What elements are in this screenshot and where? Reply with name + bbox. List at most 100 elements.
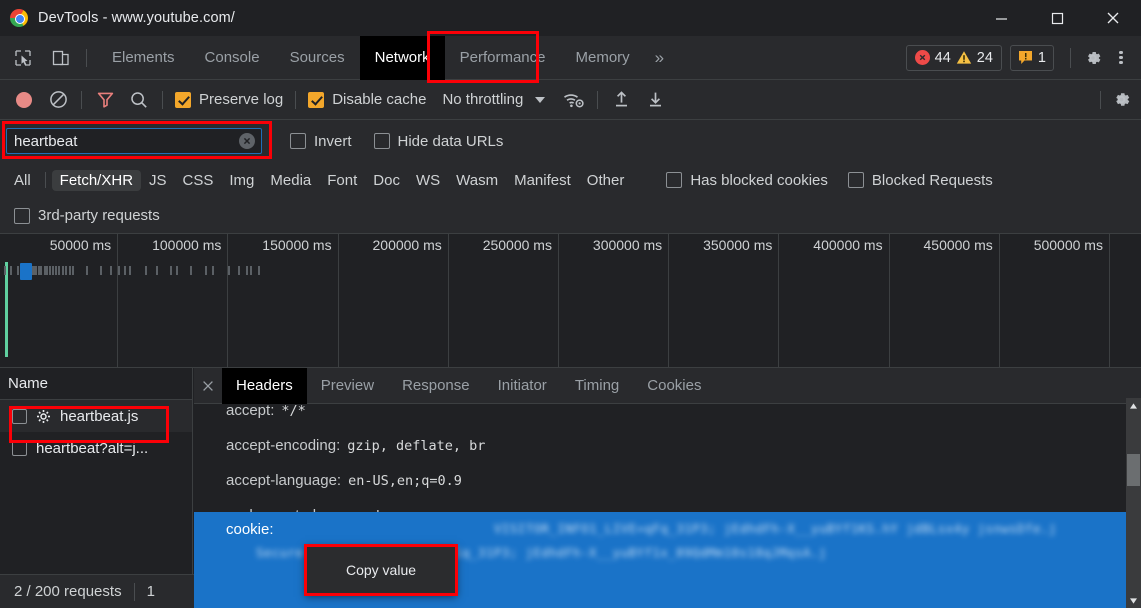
blocked-requests-checkbox[interactable]: Blocked Requests bbox=[842, 172, 999, 189]
minimize-button[interactable] bbox=[973, 0, 1029, 36]
preserve-log-checkbox[interactable]: Preserve log bbox=[169, 91, 289, 108]
scroll-down-arrow-icon[interactable] bbox=[1126, 593, 1141, 608]
request-tick[interactable] bbox=[69, 266, 71, 275]
tab-elements[interactable]: Elements bbox=[97, 36, 190, 80]
request-tick[interactable] bbox=[156, 266, 158, 275]
upload-arrow-icon[interactable] bbox=[604, 83, 638, 117]
filter-input[interactable] bbox=[7, 129, 217, 153]
type-filter-fetch-xhr[interactable]: Fetch/XHR bbox=[51, 169, 142, 191]
record-button-icon[interactable] bbox=[7, 83, 41, 117]
type-filter-doc[interactable]: Doc bbox=[365, 170, 408, 191]
type-filter-other[interactable]: Other bbox=[579, 170, 633, 191]
kebab-menu-icon[interactable] bbox=[1107, 43, 1135, 73]
issues-counter[interactable]: 1 bbox=[1009, 44, 1054, 71]
clear-requests-icon[interactable] bbox=[41, 83, 75, 117]
request-tick[interactable] bbox=[46, 266, 48, 275]
request-tick[interactable] bbox=[52, 266, 54, 275]
tab-sources[interactable]: Sources bbox=[275, 36, 360, 80]
header-row-accept[interactable]: accept: */* bbox=[194, 404, 1141, 428]
request-tick[interactable] bbox=[228, 266, 230, 275]
maximize-button[interactable] bbox=[1029, 0, 1085, 36]
filter-funnel-icon[interactable] bbox=[88, 83, 122, 117]
tab-network[interactable]: Network bbox=[359, 35, 445, 80]
request-row-heartbeat-alt[interactable]: heartbeat?alt=j... bbox=[0, 432, 192, 464]
type-filter-all[interactable]: All bbox=[6, 170, 39, 191]
more-tabs-button[interactable]: » bbox=[645, 36, 674, 80]
request-tick[interactable] bbox=[258, 266, 260, 275]
request-tick[interactable] bbox=[49, 266, 51, 275]
close-x-icon[interactable] bbox=[194, 368, 222, 404]
gear-icon[interactable] bbox=[1079, 43, 1107, 73]
selected-request-bar[interactable] bbox=[20, 263, 32, 280]
request-tick[interactable] bbox=[205, 266, 207, 275]
device-toolbar-icon[interactable] bbox=[46, 43, 76, 73]
request-tick[interactable] bbox=[58, 266, 60, 275]
tab-performance[interactable]: Performance bbox=[445, 36, 561, 80]
request-tick[interactable] bbox=[176, 266, 178, 275]
request-tick[interactable] bbox=[65, 266, 67, 275]
invert-checkbox[interactable]: Invert bbox=[284, 133, 358, 150]
error-warning-counter[interactable]: 44 24 bbox=[905, 44, 1002, 71]
request-tick[interactable] bbox=[250, 266, 252, 275]
request-tick[interactable] bbox=[118, 266, 120, 275]
request-tick[interactable] bbox=[86, 266, 88, 275]
request-row-heartbeat-js[interactable]: heartbeat.js bbox=[0, 400, 192, 432]
request-row-checkbox[interactable] bbox=[12, 408, 27, 424]
tab-console[interactable]: Console bbox=[190, 36, 275, 80]
type-filter-font[interactable]: Font bbox=[319, 170, 365, 191]
type-filter-media[interactable]: Media bbox=[262, 170, 319, 191]
request-tick[interactable] bbox=[110, 266, 112, 275]
has-blocked-cookies-checkbox[interactable]: Has blocked cookies bbox=[660, 172, 834, 189]
request-tick[interactable] bbox=[129, 266, 131, 275]
close-button[interactable] bbox=[1085, 0, 1141, 36]
type-filter-img[interactable]: Img bbox=[221, 170, 262, 191]
clear-x-icon[interactable] bbox=[239, 133, 255, 149]
request-bars-area[interactable] bbox=[0, 262, 1141, 368]
download-arrow-icon[interactable] bbox=[638, 83, 672, 117]
request-tick[interactable] bbox=[17, 266, 19, 275]
hide-data-urls-checkbox[interactable]: Hide data URLs bbox=[368, 133, 510, 150]
type-filter-ws[interactable]: WS bbox=[408, 170, 448, 191]
request-tick[interactable] bbox=[170, 266, 172, 275]
request-tick[interactable] bbox=[190, 266, 192, 275]
request-tick[interactable] bbox=[145, 266, 147, 275]
header-row-accept-language[interactable]: accept-language: en-US,en;q=0.9 bbox=[194, 463, 1141, 498]
chevron-down-icon[interactable] bbox=[535, 96, 546, 103]
detail-tab-preview[interactable]: Preview bbox=[307, 368, 388, 404]
scroll-up-arrow-icon[interactable] bbox=[1126, 398, 1141, 413]
request-tick[interactable] bbox=[246, 266, 248, 275]
request-tick[interactable] bbox=[4, 266, 6, 275]
request-tick[interactable] bbox=[40, 266, 42, 275]
detail-tab-response[interactable]: Response bbox=[388, 368, 484, 404]
request-tick[interactable] bbox=[35, 266, 37, 275]
request-row-checkbox[interactable] bbox=[12, 440, 27, 456]
detail-tab-headers[interactable]: Headers bbox=[222, 368, 307, 404]
header-row-accept-encoding[interactable]: accept-encoding: gzip, deflate, br bbox=[194, 428, 1141, 463]
request-tick[interactable] bbox=[212, 266, 214, 275]
network-settings-gear-icon[interactable] bbox=[1107, 85, 1135, 115]
request-tick[interactable] bbox=[62, 266, 64, 275]
filter-input-wrapper[interactable] bbox=[6, 128, 262, 154]
wifi-settings-icon[interactable] bbox=[557, 83, 591, 117]
request-tick[interactable] bbox=[10, 266, 12, 275]
request-tick[interactable] bbox=[100, 266, 102, 275]
context-menu[interactable]: Copy value bbox=[305, 545, 457, 595]
type-filter-wasm[interactable]: Wasm bbox=[448, 170, 506, 191]
tab-memory[interactable]: Memory bbox=[561, 36, 645, 80]
detail-tab-initiator[interactable]: Initiator bbox=[484, 368, 561, 404]
scrollbar-thumb[interactable] bbox=[1127, 454, 1140, 486]
request-tick[interactable] bbox=[238, 266, 240, 275]
type-filter-manifest[interactable]: Manifest bbox=[506, 170, 579, 191]
detail-panel-scrollbar[interactable] bbox=[1126, 398, 1141, 608]
detail-tab-timing[interactable]: Timing bbox=[561, 368, 633, 404]
disable-cache-checkbox[interactable]: Disable cache bbox=[302, 91, 432, 108]
request-list-column-header[interactable]: Name bbox=[0, 368, 192, 400]
type-filter-js[interactable]: JS bbox=[141, 170, 175, 191]
inspect-cursor-icon[interactable] bbox=[8, 43, 38, 73]
request-tick[interactable] bbox=[55, 266, 57, 275]
network-overview-timeline[interactable]: 50000 ms 100000 ms 150000 ms 200000 ms 25000… bbox=[0, 234, 1141, 368]
request-tick[interactable] bbox=[124, 266, 126, 275]
detail-tab-cookies[interactable]: Cookies bbox=[633, 368, 715, 404]
search-icon[interactable] bbox=[122, 83, 156, 117]
context-menu-item-copy-value[interactable]: Copy value bbox=[346, 562, 416, 578]
